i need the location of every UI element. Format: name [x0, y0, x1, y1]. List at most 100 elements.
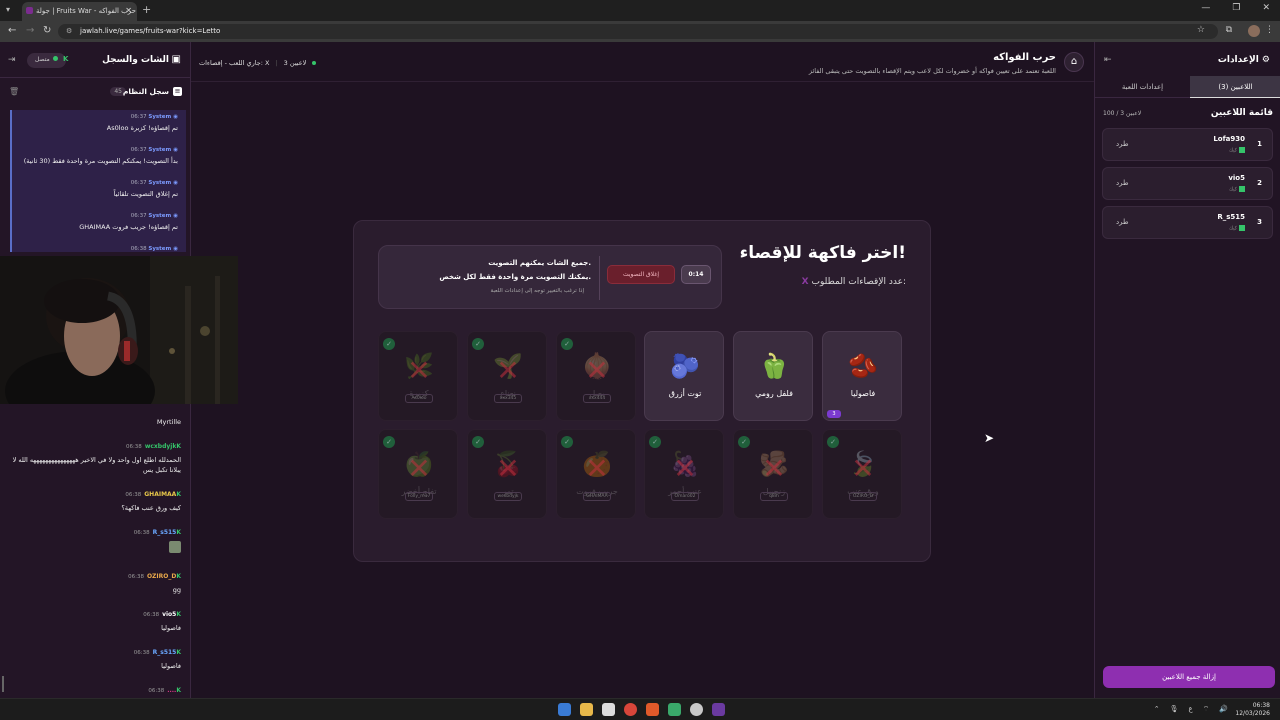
close-tab-icon[interactable]: ✕	[125, 6, 132, 15]
profile-avatar[interactable]	[1248, 25, 1260, 37]
game-status-text: جاري اللعب - إقصاءات: X	[199, 59, 270, 67]
fruit-card[interactable]: 🫘 فاصوليا 3	[822, 331, 902, 421]
vote-info-line-1: جميع الشات يمكنهم التصويت.	[488, 259, 591, 267]
check-icon: ✓	[472, 338, 484, 350]
trash-icon[interactable]: 🗑	[9, 87, 19, 96]
tab-search-icon[interactable]: ▾	[6, 5, 10, 14]
eliminations-value: X	[801, 277, 809, 287]
system-message: 06:37 System ◉ GHAIMAA تم إقصاؤه! جريب فر…	[10, 209, 186, 242]
back-icon[interactable]: ←	[8, 25, 16, 36]
language-indicator[interactable]: ع	[1189, 705, 1193, 714]
vote-timer: 0:14	[681, 265, 711, 284]
chrome-icon[interactable]	[624, 703, 637, 716]
chat-message: 06:38.... Kفاصوليا	[0, 677, 191, 694]
collapse-panel-icon[interactable]: ⇥	[8, 55, 16, 65]
settings-title: الإعدادات ⚙	[1218, 55, 1270, 65]
extensions-icon[interactable]: ⧉	[1226, 25, 1232, 35]
fruit-owner-tag: wcxbdyjk	[494, 492, 522, 501]
chat-message: 06:38 GHAIMAA K كيف ورق عنب فاكهة؟	[0, 481, 191, 513]
home-button[interactable]: ⌂	[1064, 52, 1084, 72]
message-time: 06:38	[143, 612, 160, 618]
chat-username[interactable]: OZIRO_D	[147, 573, 176, 580]
file-explorer-icon[interactable]	[580, 703, 593, 716]
reload-icon[interactable]: ↻	[43, 25, 51, 36]
fruit-card[interactable]: 🫐 توت أزرق	[644, 331, 724, 421]
chat-username[interactable]: R_s515	[153, 529, 177, 536]
close-vote-button[interactable]: إغلاق التصويت	[607, 265, 675, 284]
home-icon: ⌂	[1070, 56, 1078, 67]
menu-icon[interactable]: ⋮	[1265, 25, 1274, 35]
new-tab-button[interactable]: +	[142, 3, 151, 16]
message-time: 06:38	[148, 688, 165, 694]
tray-arrow-icon[interactable]: ⌃	[1154, 705, 1160, 714]
system-message-meta: 06:38 System ◉	[12, 246, 178, 252]
message-time: 06:38	[133, 650, 150, 656]
player-row: 1 Lofa930 كيك طرد	[1102, 128, 1273, 161]
wifi-icon[interactable]: ⌔	[1203, 705, 1210, 714]
fruit-name: توت أزرق	[668, 389, 702, 398]
maximize-icon[interactable]: ❐	[1232, 3, 1240, 13]
app-icon[interactable]	[668, 703, 681, 716]
chat-message-header: 06:38 OZIRO_D K	[6, 563, 181, 582]
system-message: 06:37 System ◉ تم إغلاق التصويت تلقائياً	[10, 176, 186, 209]
chat-message-text: فاصوليا	[161, 662, 181, 670]
check-icon: ✓	[383, 338, 395, 350]
check-icon: ✓	[649, 436, 661, 448]
player-platform-text: كيك	[1228, 225, 1237, 232]
kick-badge-icon: K	[176, 611, 181, 618]
tab-players[interactable]: اللاعبين (3)	[1190, 76, 1280, 98]
chat-username[interactable]: GHAIMAA	[144, 491, 176, 498]
chat-username[interactable]: wcxbdyjk	[145, 443, 177, 450]
site-info-icon[interactable]: ⚙	[66, 27, 72, 35]
collapse-panel-icon[interactable]: ⇤	[1104, 55, 1112, 65]
eliminated-fruit-card: ✓ 🍏 تفاح أخضر ✕ Folly_m17	[378, 429, 458, 519]
brave-icon[interactable]	[646, 703, 659, 716]
system-log-header[interactable]: 🗑 45 سجل النظام ≡	[0, 82, 191, 102]
minimize-icon[interactable]: —	[1201, 3, 1210, 13]
remove-all-players-button[interactable]: إزالة جميع اللاعبين	[1103, 666, 1275, 688]
volume-icon[interactable]: 🔊	[1219, 705, 1228, 714]
close-window-icon[interactable]: ✕	[1262, 3, 1270, 13]
stream-app-icon[interactable]	[712, 703, 725, 716]
message-sender: System	[148, 180, 172, 186]
check-icon: ✓	[738, 436, 750, 448]
fruit-card[interactable]: 🫑 فلفل رومي	[733, 331, 813, 421]
store-icon[interactable]	[602, 703, 615, 716]
chat-username[interactable]: vio5	[162, 611, 176, 618]
clock[interactable]: 06:38 12/03/2026	[1235, 702, 1270, 718]
kick-badge-icon: K	[176, 529, 181, 536]
kick-player-button[interactable]: طرد	[1116, 140, 1129, 148]
browser-app-icon[interactable]	[690, 703, 703, 716]
player-number: 2	[1257, 179, 1262, 187]
forward-icon[interactable]: →	[26, 25, 34, 36]
emote-image	[169, 541, 181, 553]
game-header: ⌂ حرب الفواكه اللعبة تعتمد على تعيين فوا…	[191, 42, 1094, 82]
browser-tab[interactable]: جولة | Fruits War - حرب الفواكه ✕	[22, 2, 137, 21]
chat-username[interactable]: R_s515	[153, 649, 177, 656]
mic-icon[interactable]: 🎙	[1170, 705, 1179, 714]
message-sender: System	[148, 246, 172, 252]
player-platform-text: كيك	[1228, 186, 1237, 193]
player-name: R_s515	[1217, 213, 1245, 221]
system-message-text: As0loo تم إقصاؤه! كزبرة	[106, 124, 178, 132]
system-message-text: بدأ التصويت! يمكنكم التصويت مرة واحدة فق…	[23, 157, 178, 165]
kick-player-button[interactable]: طرد	[1116, 218, 1129, 226]
chat-message-header: 06:38 GHAIMAA K	[6, 481, 181, 500]
eliminated-x-icon: ✕	[407, 452, 431, 485]
tab-game-settings[interactable]: إعدادات اللعبة	[1095, 76, 1190, 98]
system-message-meta: 06:37 System ◉	[12, 180, 178, 186]
kick-player-button[interactable]: طرد	[1116, 179, 1129, 187]
address-bar[interactable]: ⚙ jawlah.live/games/fruits-war?kick=Lett…	[58, 24, 1218, 39]
message-time: 06:38	[130, 246, 147, 252]
system-message-text: GHAIMAA تم إقصاؤه! جريب فروت	[79, 223, 178, 231]
chat-username[interactable]: ....	[167, 687, 176, 694]
eliminated-x-icon: ✕	[585, 354, 609, 387]
start-icon[interactable]	[558, 703, 571, 716]
message-time: 06:38	[125, 492, 142, 498]
bookmark-star-icon[interactable]: ☆	[1197, 25, 1205, 35]
kick-logo-icon	[1239, 186, 1245, 192]
chat-scrollbar[interactable]	[2, 676, 4, 692]
shield-icon: ◉	[171, 147, 178, 153]
message-time: 06:37	[130, 180, 147, 186]
eliminated-fruit-card: ✓ 🌿 كزبرة ✕ As0loo	[378, 331, 458, 421]
